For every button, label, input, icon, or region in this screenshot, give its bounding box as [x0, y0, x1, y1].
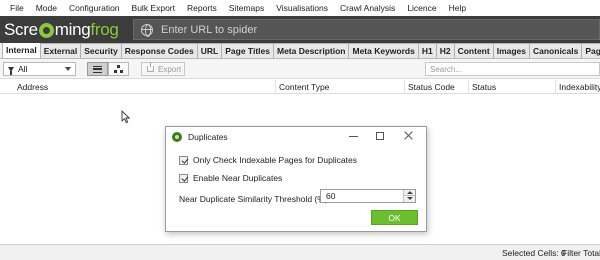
- app-logo: Scre ming frog: [4, 16, 119, 43]
- logo-text-scre: Scre: [4, 19, 38, 39]
- ok-button[interactable]: OK: [371, 210, 418, 225]
- menu-bulk-export[interactable]: Bulk Export: [126, 3, 181, 13]
- export-icon: [147, 62, 154, 72]
- tab-content[interactable]: Content: [453, 43, 494, 58]
- tab-meta-description[interactable]: Meta Description: [272, 43, 350, 58]
- column-divider[interactable]: [468, 80, 469, 94]
- globe-icon: [141, 23, 153, 37]
- menu-configuration[interactable]: Configuration: [63, 3, 126, 13]
- tab-response-codes[interactable]: Response Codes: [120, 43, 198, 58]
- tab-internal[interactable]: Internal: [2, 43, 41, 58]
- menu-sitemaps[interactable]: Sitemaps: [223, 3, 270, 13]
- menu-licence[interactable]: Licence: [401, 3, 442, 13]
- frog-app-icon: [172, 132, 182, 142]
- filter-total: Filter Total:: [562, 248, 600, 258]
- list-icon: [93, 65, 102, 73]
- column-indexability[interactable]: Indexability: [559, 82, 600, 92]
- menu-help[interactable]: Help: [443, 3, 472, 13]
- export-button[interactable]: Export: [141, 62, 185, 76]
- indexable-only-option[interactable]: Only Check Indexable Pages for Duplicate…: [179, 155, 357, 165]
- app-window: File Mode Configuration Bulk Export Repo…: [0, 0, 600, 260]
- selected-cells-count: Selected Cells: 0: [502, 248, 566, 258]
- logo-text-ming: ming: [54, 19, 91, 39]
- tab-canonicals[interactable]: Canonicals: [529, 43, 583, 58]
- menu-reports[interactable]: Reports: [181, 3, 223, 13]
- column-status-code[interactable]: Status Code: [408, 82, 455, 92]
- column-address[interactable]: Address: [17, 82, 48, 92]
- maximize-icon[interactable]: [376, 132, 384, 140]
- menu-visualisations[interactable]: Visualisations: [270, 3, 334, 13]
- column-divider[interactable]: [555, 80, 556, 94]
- search-input[interactable]: [425, 62, 600, 76]
- tab-external[interactable]: External: [39, 43, 82, 58]
- tab-security[interactable]: Security: [80, 43, 122, 58]
- indexable-only-label: Only Check Indexable Pages for Duplicate…: [193, 155, 357, 165]
- chevron-down-icon: [65, 67, 71, 71]
- dialog-title-bar[interactable]: Duplicates: [166, 127, 426, 147]
- frog-logo-icon: [38, 23, 54, 38]
- column-status[interactable]: Status: [472, 82, 496, 92]
- threshold-input[interactable]: [321, 190, 401, 202]
- tab-h1[interactable]: H1: [417, 43, 437, 58]
- minimize-icon[interactable]: [349, 136, 358, 137]
- logo-text-frog: frog: [90, 19, 119, 39]
- tree-view-button[interactable]: [108, 62, 129, 76]
- menu-mode[interactable]: Mode: [30, 3, 63, 13]
- indexable-only-checkbox[interactable]: [179, 155, 188, 165]
- tab-page-titles[interactable]: Page Titles: [221, 43, 274, 58]
- tab-pagination[interactable]: Pagination: [581, 43, 600, 58]
- url-input[interactable]: [161, 23, 581, 36]
- near-duplicates-label: Enable Near Duplicates: [193, 173, 283, 183]
- brand-bar: Scre ming frog: [0, 16, 600, 43]
- menu-crawl-analysis[interactable]: Crawl Analysis: [334, 3, 401, 13]
- filter-value: All: [18, 64, 28, 74]
- mouse-cursor-icon: [121, 109, 131, 126]
- menu-file[interactable]: File: [4, 3, 30, 13]
- toolbar: All Export: [0, 59, 600, 79]
- near-duplicates-option[interactable]: Enable Near Duplicates: [179, 173, 282, 183]
- status-bar: Selected Cells: 0 Filter Total:: [0, 244, 600, 260]
- filter-dropdown[interactable]: All: [3, 62, 76, 76]
- spin-down-icon[interactable]: [403, 196, 415, 202]
- tab-url[interactable]: URL: [196, 43, 223, 58]
- url-bar: [133, 19, 600, 40]
- dialog-title: Duplicates: [188, 132, 228, 142]
- tab-h2[interactable]: H2: [435, 43, 455, 58]
- threshold-stepper[interactable]: [320, 189, 416, 203]
- column-divider[interactable]: [404, 80, 405, 94]
- close-icon[interactable]: [403, 130, 414, 141]
- tree-icon: [114, 65, 123, 73]
- list-view-button[interactable]: [87, 62, 108, 76]
- duplicates-dialog: Duplicates Only Check Indexable Pages fo…: [165, 126, 427, 232]
- threshold-label: Near Duplicate Similarity Threshold (%): [179, 194, 328, 204]
- column-content-type[interactable]: Content Type: [279, 82, 329, 92]
- export-label: Export: [158, 64, 182, 74]
- tab-meta-keywords[interactable]: Meta Keywords: [348, 43, 419, 58]
- near-duplicates-checkbox[interactable]: [179, 173, 188, 183]
- column-divider[interactable]: [275, 80, 276, 94]
- column-header-row: Address Content Type Status Code Status …: [0, 80, 600, 94]
- tab-images[interactable]: Images: [492, 43, 530, 58]
- tab-bar: Internal External Security Response Code…: [0, 43, 600, 59]
- filter-icon: [8, 66, 14, 75]
- menu-bar: File Mode Configuration Bulk Export Repo…: [0, 0, 600, 16]
